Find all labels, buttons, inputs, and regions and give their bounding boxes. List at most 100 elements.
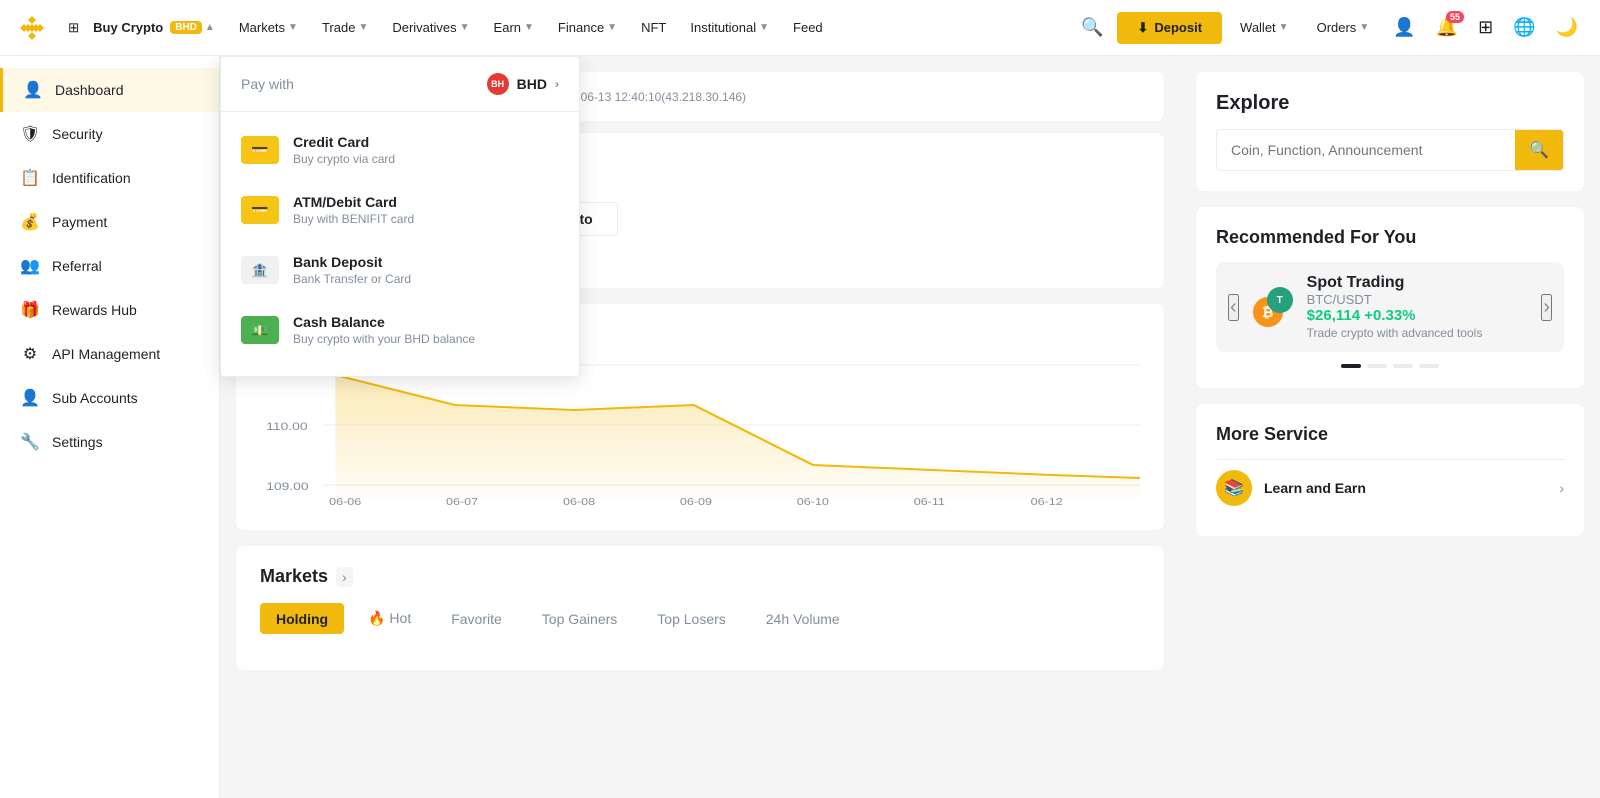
qr-code-button[interactable]: ⊞ [1472, 11, 1499, 44]
market-tab-2[interactable]: Favorite [435, 603, 518, 634]
svg-text:06-11: 06-11 [914, 497, 945, 508]
pay-option-title-3: Cash Balance [293, 314, 475, 330]
rec-price: $26,114 +0.33% [1307, 307, 1528, 324]
explore-title: Explore [1216, 92, 1564, 115]
svg-text:109.00: 109.00 [266, 480, 308, 492]
rewards-hub-icon: 🎁 [20, 300, 40, 320]
referral-icon: 👥 [20, 256, 40, 276]
nav-finance[interactable]: Finance ▼ [548, 12, 627, 43]
settings-icon: 🔧 [20, 432, 40, 452]
sidebar-item-payment[interactable]: 💰 Payment [0, 200, 219, 244]
svg-text:06-08: 06-08 [563, 497, 595, 508]
profile-button[interactable]: 👤 [1387, 11, 1421, 44]
markets-section: Markets › Holding🔥 HotFavoriteTop Gainer… [236, 546, 1164, 670]
wallet-chevron-icon: ▼ [1279, 22, 1289, 33]
nav-wallet[interactable]: Wallet ▼ [1230, 12, 1299, 43]
nav-earn[interactable]: Earn ▼ [484, 12, 544, 43]
sidebar-item-api-management[interactable]: ⚙ API Management [0, 332, 219, 376]
rec-pair: BTC/USDT [1307, 292, 1528, 307]
nav-nft[interactable]: NFT [631, 12, 676, 43]
sidebar-item-dashboard[interactable]: 👤 Dashboard [0, 68, 219, 112]
explore-search-input[interactable] [1217, 132, 1515, 168]
market-tab-5[interactable]: 24h Volume [750, 603, 856, 634]
carousel-dot-2[interactable] [1367, 364, 1387, 368]
pay-option-icon-1: 💳 [241, 196, 279, 224]
deposit-button[interactable]: ⬇ Deposit [1117, 12, 1222, 44]
svg-text:06-10: 06-10 [797, 497, 829, 508]
market-tab-4[interactable]: Top Losers [641, 603, 741, 634]
recommended-title: Recommended For You [1216, 227, 1564, 248]
sidebar: 👤 Dashboard 🛡 Security 📋 Identification … [0, 56, 220, 798]
learn-earn-label: Learn and Earn [1264, 480, 1366, 496]
carousel-dot-3[interactable] [1393, 364, 1413, 368]
earn-chevron-icon: ▼ [524, 22, 534, 33]
carousel-dot-4[interactable] [1419, 364, 1439, 368]
theme-toggle-button[interactable]: 🌙 [1550, 11, 1584, 44]
pay-with-label: Pay with [241, 76, 294, 92]
sidebar-label-dashboard: Dashboard [55, 82, 124, 98]
right-panel: Explore 🔍 Recommended For You ‹ ₿ T Spot… [1180, 56, 1600, 798]
carousel-dots [1216, 364, 1564, 368]
pay-option-3[interactable]: 💵 Cash Balance Buy crypto with your BHD … [221, 300, 579, 360]
rec-description: Trade crypto with advanced tools [1307, 326, 1528, 340]
sidebar-label-identification: Identification [52, 170, 131, 186]
sidebar-item-settings[interactable]: 🔧 Settings [0, 420, 219, 464]
pay-options-list: 💳 Credit Card Buy crypto via card 💳 ATM/… [221, 120, 579, 360]
pay-option-0[interactable]: 💳 Credit Card Buy crypto via card [221, 120, 579, 180]
carousel-next-button[interactable]: › [1541, 294, 1552, 321]
pay-header: Pay with BH BHD › [221, 73, 579, 112]
nav-items: Buy Crypto BHD ▲ Markets ▼ Trade ▼ Deriv… [83, 12, 1075, 43]
notifications-button[interactable]: 🔔 55 [1430, 11, 1464, 44]
nav-trade[interactable]: Trade ▼ [312, 12, 378, 43]
pay-option-2[interactable]: 🏦 Bank Deposit Bank Transfer or Card [221, 240, 579, 300]
explore-search-button[interactable]: 🔍 [1515, 130, 1563, 170]
main-layout: 👤 Dashboard 🛡 Security 📋 Identification … [0, 56, 1600, 798]
pay-option-title-0: Credit Card [293, 134, 395, 150]
pay-option-icon-2: 🏦 [241, 256, 279, 284]
pay-option-title-1: ATM/Debit Card [293, 194, 414, 210]
market-tab-3[interactable]: Top Gainers [526, 603, 633, 634]
carousel-prev-button[interactable]: ‹ [1228, 294, 1239, 321]
market-tab-0[interactable]: Holding [260, 603, 344, 634]
markets-arrow-button[interactable]: › [336, 567, 353, 587]
pay-option-subtitle-2: Bank Transfer or Card [293, 272, 411, 286]
sidebar-item-referral[interactable]: 👥 Referral [0, 244, 219, 288]
sub-accounts-icon: 👤 [20, 388, 40, 408]
sidebar-item-security[interactable]: 🛡 Security [0, 112, 219, 156]
market-tab-1[interactable]: 🔥 Hot [352, 603, 427, 634]
sidebar-item-sub-accounts[interactable]: 👤 Sub Accounts [0, 376, 219, 420]
nav-markets[interactable]: Markets ▼ [229, 12, 308, 43]
sidebar-label-settings: Settings [52, 434, 103, 450]
language-button[interactable]: 🌐 [1507, 11, 1541, 44]
nav-feed[interactable]: Feed [783, 12, 833, 43]
sidebar-item-identification[interactable]: 📋 Identification [0, 156, 219, 200]
orders-chevron-icon: ▼ [1359, 22, 1369, 33]
nav-derivatives[interactable]: Derivatives ▼ [382, 12, 479, 43]
sidebar-label-api-management: API Management [52, 346, 160, 362]
pay-option-1[interactable]: 💳 ATM/Debit Card Buy with BENIFIT card [221, 180, 579, 240]
carousel-dot-1[interactable] [1341, 364, 1361, 368]
security-icon: 🛡 [20, 124, 40, 144]
pay-currency-selector[interactable]: BH BHD › [487, 73, 559, 95]
top-nav: ⊞ Buy Crypto BHD ▲ Markets ▼ Trade ▼ Der… [0, 0, 1600, 56]
buy-crypto-chevron-icon: ▲ [205, 22, 215, 33]
api-management-icon: ⚙ [20, 344, 40, 364]
logo[interactable] [16, 12, 48, 44]
dashboard-icon: 👤 [23, 80, 43, 100]
service-arrow-icon: › [1559, 480, 1564, 496]
sidebar-item-rewards-hub[interactable]: 🎁 Rewards Hub [0, 288, 219, 332]
search-button[interactable]: 🔍 [1075, 11, 1109, 44]
nav-institutional[interactable]: Institutional ▼ [680, 12, 779, 43]
rec-info: Spot Trading BTC/USDT $26,114 +0.33% Tra… [1307, 274, 1528, 340]
nav-orders[interactable]: Orders ▼ [1307, 12, 1380, 43]
pay-option-icon-0: 💳 [241, 136, 279, 164]
learn-earn-service-item[interactable]: 📚 Learn and Earn › [1216, 459, 1564, 516]
coin-icon-group: ₿ T [1253, 287, 1293, 327]
grid-menu-button[interactable]: ⊞ [64, 16, 83, 40]
more-service-card: More Service 📚 Learn and Earn › [1196, 404, 1584, 536]
recommended-card: Recommended For You ‹ ₿ T Spot Trading B… [1196, 207, 1584, 388]
sidebar-label-sub-accounts: Sub Accounts [52, 390, 138, 406]
svg-text:110.00: 110.00 [266, 420, 307, 432]
nav-buy-crypto[interactable]: Buy Crypto BHD ▲ [83, 12, 225, 43]
pay-dropdown: Pay with BH BHD › 💳 Credit Card Buy cryp… [220, 56, 580, 377]
